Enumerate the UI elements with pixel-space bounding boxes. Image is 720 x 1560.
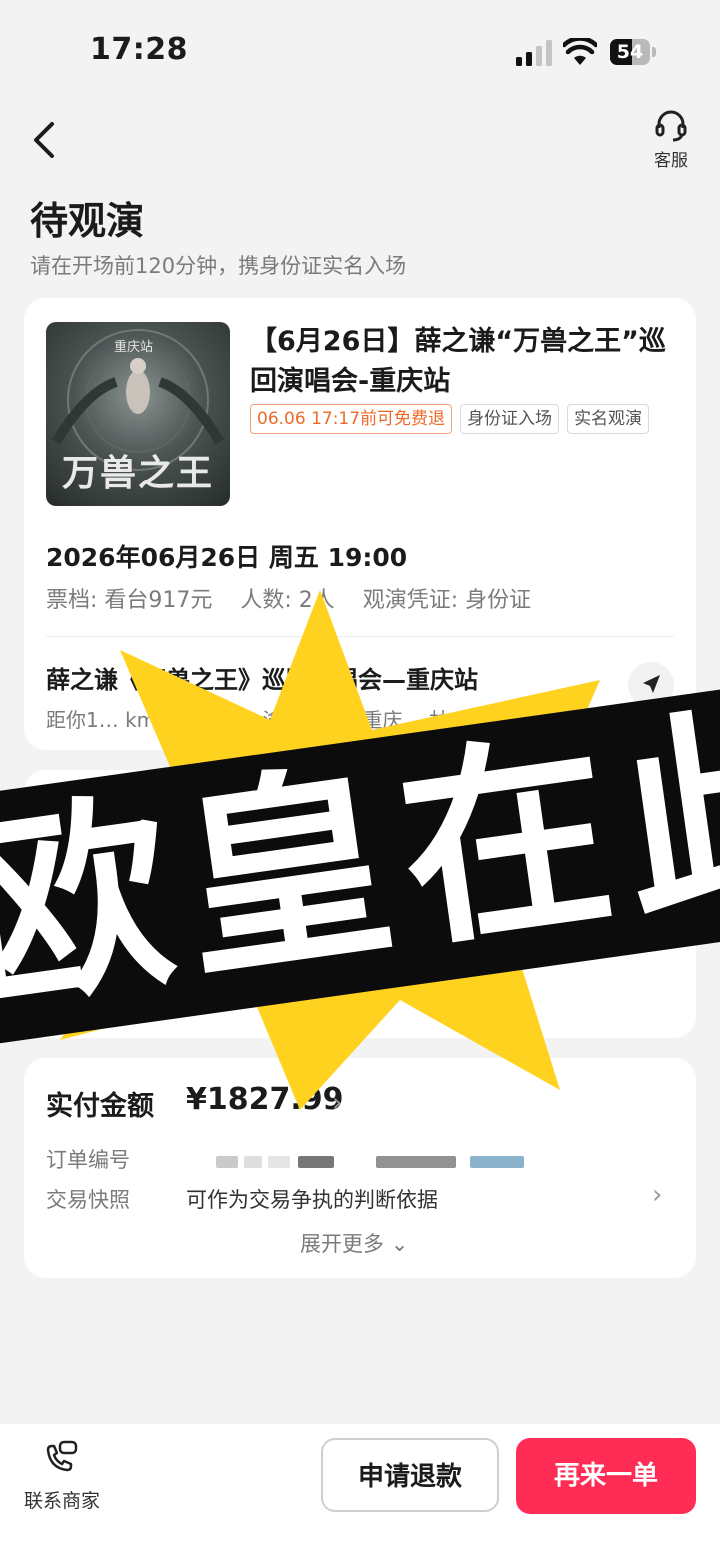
page-subtitle: 请在开场前120分钟，携身份证实名入场 <box>30 254 407 278</box>
order-number-redacted <box>470 1156 524 1168</box>
id-entry-tag: 身份证入场 <box>460 404 560 434</box>
refund-deadline-tag: 06.06 17:17前可免费退 <box>250 404 453 434</box>
poster-station: 重庆站 <box>114 340 154 355</box>
divider <box>46 636 674 637</box>
phone-chat-icon[interactable] <box>42 1440 78 1476</box>
headset-icon[interactable] <box>654 108 688 142</box>
back-arrow-icon[interactable] <box>26 118 66 162</box>
battery-icon: 54 <box>610 39 656 65</box>
chevron-right-icon[interactable]: › <box>652 1180 662 1210</box>
wifi-icon <box>563 38 597 65</box>
venue-name[interactable]: 薛之谦《万兽之王》巡回演唱会—重庆站 <box>46 660 478 695</box>
reorder-button[interactable]: 再来一单 <box>516 1438 696 1514</box>
order-number-redacted <box>376 1156 456 1168</box>
order-number-label: 订单编号 <box>46 1148 130 1172</box>
snapshot-value[interactable]: 可作为交易争执的判断依据 <box>186 1184 438 1214</box>
contact-merchant-label[interactable]: 联系商家 <box>24 1486 100 1513</box>
status-time: 17:28 <box>90 32 188 67</box>
realname-tag: 实名观演 <box>567 404 650 434</box>
order-number-redacted <box>244 1156 262 1168</box>
poster-caption: 万兽之王 <box>61 453 214 494</box>
ticket-info: 票档: 看台917元 人数: 2人 观演凭证: 身份证 <box>46 588 532 613</box>
customer-service-label[interactable]: 客服 <box>648 146 694 171</box>
paid-amount[interactable]: ¥1827.99 <box>186 1082 344 1117</box>
cellular-signal-icon <box>516 40 552 66</box>
snapshot-label: 交易快照 <box>46 1188 130 1212</box>
refund-button[interactable]: 申请退款 <box>321 1438 499 1512</box>
page-title: 待观演 <box>30 199 145 243</box>
expand-more-label: 展开更多 <box>300 1232 384 1256</box>
expand-more-button[interactable]: 展开更多 ⌄ <box>300 1228 408 1258</box>
event-title[interactable]: 【6月26日】薛之谦“万兽之王”巡回演唱会-重庆站 <box>250 322 680 402</box>
event-datetime: 2026年06月26日 周五 19:00 <box>46 543 408 572</box>
order-number-redacted <box>298 1156 334 1168</box>
event-tags: 06.06 17:17前可免费退 身份证入场 实名观演 <box>250 404 670 434</box>
order-number-redacted <box>268 1156 290 1168</box>
order-number-redacted <box>216 1156 238 1168</box>
paid-amount-label: 实付金额 <box>46 1091 154 1122</box>
chevron-down-icon: ⌄ <box>390 1232 409 1256</box>
battery-level: 54 <box>616 41 644 63</box>
event-poster[interactable]: 重庆站 万兽之王 <box>46 322 230 506</box>
chevron-right-icon[interactable]: › <box>332 1088 342 1118</box>
